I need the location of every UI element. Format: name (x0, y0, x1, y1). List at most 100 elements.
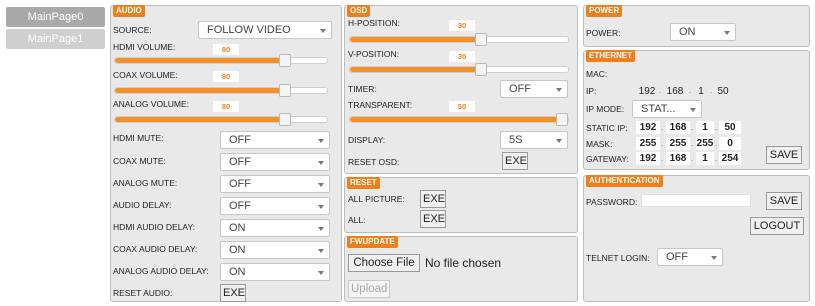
analog-audio-delay-select[interactable]: ON (220, 263, 330, 281)
analog-mute-value: OFF (229, 178, 251, 190)
chevron-down-icon (318, 227, 324, 231)
chevron-down-icon (724, 31, 730, 35)
static-ip-label: STATIC IP: (586, 123, 628, 133)
power-select[interactable]: ON (670, 23, 736, 41)
chevron-down-icon (318, 139, 324, 143)
telnet-login-select[interactable]: OFF (657, 248, 723, 266)
ip-separator: . (715, 139, 718, 148)
reset-osd-button[interactable]: EXE (502, 152, 528, 170)
gateway-octet-input[interactable]: 1 (696, 152, 714, 165)
all-picture-reset-button[interactable]: EXE (420, 190, 446, 208)
gateway-octet-input[interactable]: 254 (719, 152, 741, 165)
gateway-octet-input[interactable]: 192 (636, 152, 660, 165)
logout-button[interactable]: LOGOUT (750, 217, 804, 235)
ip-separator: . (661, 154, 664, 163)
coax-volume-label: COAX VOLUME: (113, 70, 178, 80)
all-picture-label: ALL PICTURE: (348, 194, 405, 204)
display-label: DISPLAY: (348, 135, 386, 145)
static-ip-octet-input[interactable]: 192 (636, 121, 660, 134)
coax-volume-value: 80 (213, 71, 239, 82)
ip-octet: 1 (698, 86, 704, 97)
analog-mute-select[interactable]: OFF (220, 175, 330, 193)
slider-handle[interactable] (278, 84, 291, 97)
transparent-label: TRANSPARENT: (348, 100, 413, 110)
upload-button[interactable]: Upload (348, 280, 390, 298)
coax-mute-select[interactable]: OFF (220, 153, 330, 171)
gateway-octet-input[interactable]: 168 (666, 152, 690, 165)
audio-delay-select[interactable]: OFF (220, 197, 330, 215)
ethernet-save-button[interactable]: SAVE (766, 146, 802, 164)
ip-separator: . (691, 139, 694, 148)
source-select[interactable]: FOLLOW VIDEO (198, 21, 332, 39)
mask-octet-input[interactable]: 0 (719, 137, 741, 150)
audio-title: AUDIO (113, 5, 145, 17)
coax-volume-slider[interactable] (114, 84, 328, 97)
reset-panel: RESET (344, 177, 578, 233)
hdmi-mute-select[interactable]: OFF (220, 131, 330, 149)
gateway-label: GATEWAY: (586, 154, 629, 164)
slider-handle[interactable] (278, 113, 291, 126)
v-position-slider[interactable] (349, 63, 569, 76)
ethernet-title: ETHERNET (586, 50, 636, 62)
choose-file-button[interactable]: Choose File (348, 254, 420, 272)
mask-octet-input[interactable]: 255 (666, 137, 690, 150)
slider-handle[interactable] (474, 33, 487, 46)
timer-value: OFF (509, 83, 531, 95)
h-position-value: 30 (449, 20, 475, 31)
v-position-label: V-POSITION: (348, 49, 400, 59)
timer-label: TIMER: (348, 84, 377, 94)
coax-audio-delay-label: COAX AUDIO DELAY: (113, 244, 198, 254)
ip-octet: 50 (717, 86, 729, 97)
auth-save-button[interactable]: SAVE (766, 192, 802, 210)
authentication-title: AUTHENTICATION (586, 175, 663, 187)
ip-separator: . (715, 154, 718, 163)
chevron-down-icon (320, 29, 326, 33)
timer-select[interactable]: OFF (500, 80, 568, 98)
mask-octet-input[interactable]: 255 (636, 137, 660, 150)
mask-octet-input[interactable]: 255 (696, 137, 714, 150)
reset-audio-label: RESET AUDIO: (113, 288, 173, 298)
coax-audio-delay-value: ON (229, 244, 246, 256)
audio-delay-value: OFF (229, 200, 251, 212)
password-label: PASSWORD: (586, 197, 638, 207)
analog-audio-delay-value: ON (229, 266, 246, 278)
ip-octet: 192 (638, 86, 656, 97)
mac-label: MAC: (586, 69, 608, 79)
reset-audio-button[interactable]: EXE (220, 284, 246, 302)
ip-octet: 168 (666, 86, 684, 97)
password-input[interactable] (641, 194, 751, 207)
tab-mainpage1[interactable]: MainPage1 (6, 29, 105, 49)
ip-mode-select[interactable]: STAT... (632, 100, 702, 118)
h-position-label: H-POSITION: (348, 18, 400, 28)
chevron-down-icon (318, 271, 324, 275)
coax-audio-delay-select[interactable]: ON (220, 241, 330, 259)
display-value: 5S (509, 134, 523, 146)
all-reset-button[interactable]: EXE (420, 210, 446, 228)
h-position-slider[interactable] (349, 33, 569, 46)
transparent-slider[interactable] (349, 113, 569, 126)
display-select[interactable]: 5S (500, 131, 568, 149)
slider-handle[interactable] (556, 113, 568, 126)
reset-title: RESET (347, 177, 380, 189)
slider-handle[interactable] (474, 63, 487, 76)
static-ip-octet-input[interactable]: 168 (666, 121, 690, 134)
source-value: FOLLOW VIDEO (207, 24, 291, 36)
chevron-down-icon (318, 161, 324, 165)
file-status-text: No file chosen (425, 256, 502, 270)
ip-separator: . (659, 86, 662, 95)
ip-separator: . (661, 139, 664, 148)
telnet-login-value: OFF (666, 251, 688, 263)
hdmi-mute-value: OFF (229, 134, 251, 146)
analog-volume-slider[interactable] (114, 113, 328, 126)
static-ip-octet-input[interactable]: 1 (696, 121, 714, 134)
analog-audio-delay-label: ANALOG AUDIO DELAY: (113, 266, 209, 276)
hdmi-volume-value: 80 (213, 44, 239, 55)
static-ip-octet-input[interactable]: 50 (719, 121, 741, 134)
chevron-down-icon (690, 108, 696, 112)
slider-handle[interactable] (278, 54, 291, 67)
hdmi-volume-slider[interactable] (114, 54, 328, 67)
v-position-value: 30 (449, 51, 475, 62)
chevron-down-icon (318, 205, 324, 209)
hdmi-audio-delay-select[interactable]: ON (220, 219, 330, 237)
tab-mainpage0[interactable]: MainPage0 (6, 7, 105, 27)
